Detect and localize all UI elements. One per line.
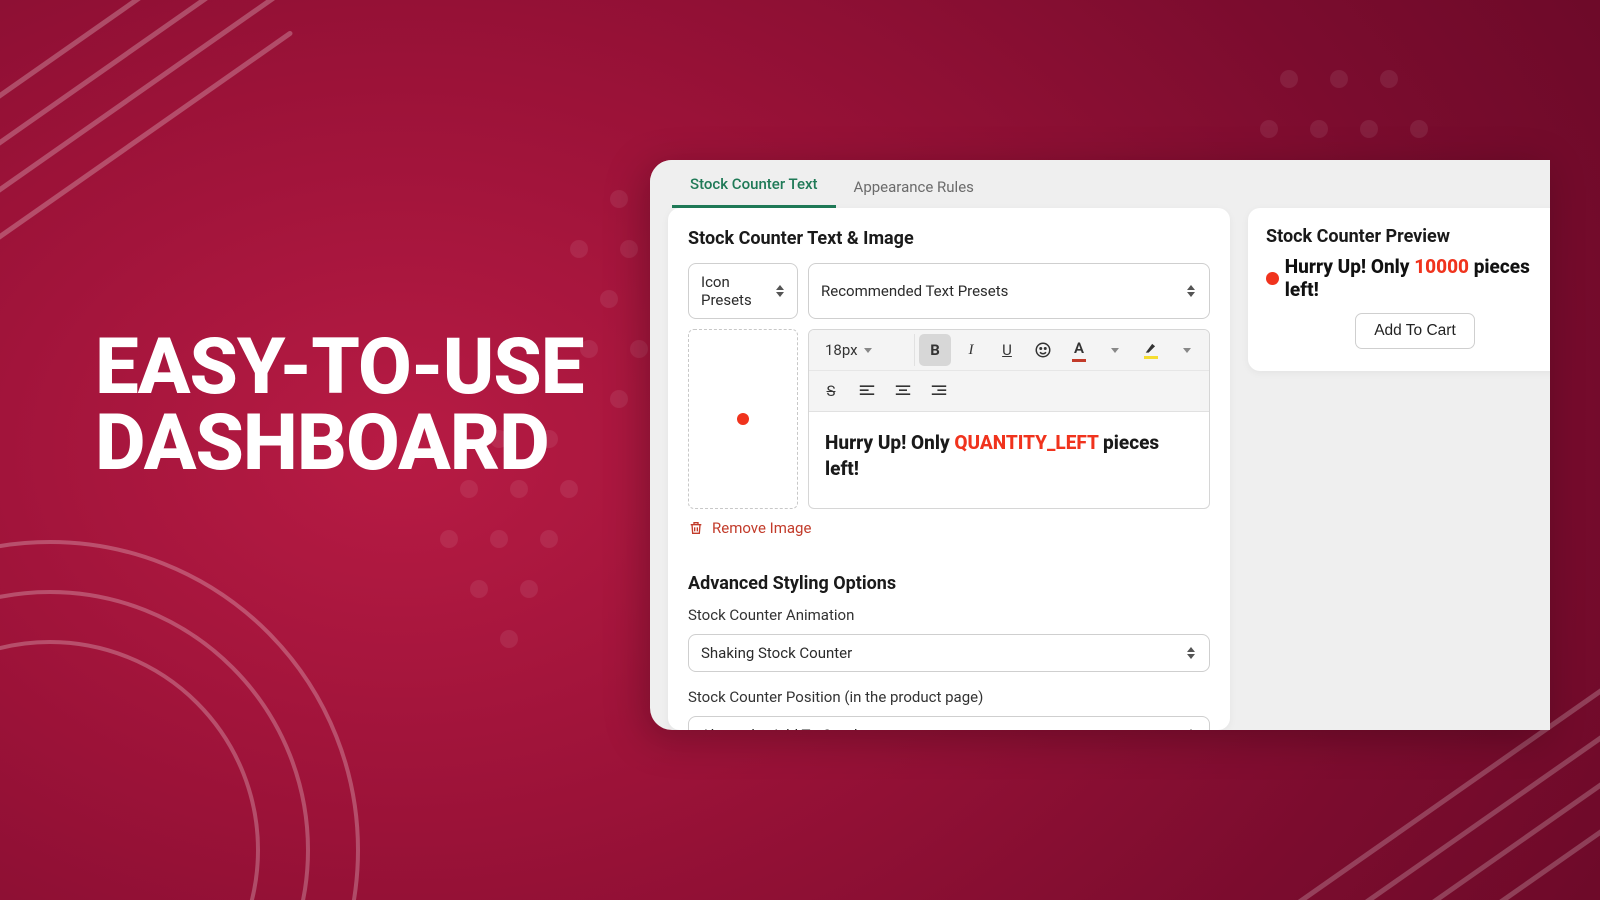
animation-value: Shaking Stock Counter [701, 644, 852, 662]
add-to-cart-button[interactable]: Add To Cart [1355, 313, 1475, 349]
bold-button[interactable]: B [919, 334, 951, 366]
remove-image-label: Remove Image [712, 519, 811, 537]
chevron-down-icon [864, 348, 872, 353]
preview-card: Stock Counter Preview Hurry Up! Only 100… [1248, 208, 1550, 371]
preview-title: Stock Counter Preview [1266, 226, 1550, 247]
font-size-select[interactable]: 18px [815, 334, 915, 366]
sort-icon [1185, 285, 1197, 297]
editor-variable-token: QUANTITY_LEFT [954, 431, 1098, 454]
editor-toolbar: 18px B I U [809, 330, 1209, 412]
sort-icon [774, 285, 785, 297]
icon-presets-select[interactable]: Icon Presets [688, 263, 798, 319]
advanced-title: Advanced Styling Options [668, 555, 1230, 600]
font-size-label: 18px [825, 341, 858, 359]
preview-prefix: Hurry Up! Only [1285, 255, 1414, 278]
sort-icon [1185, 729, 1197, 730]
settings-card: Stock Counter Text & Image Icon Presets … [668, 208, 1230, 730]
highlight-color-button[interactable] [1135, 334, 1167, 366]
editor-text-prefix: Hurry Up! Only [825, 431, 954, 454]
icon-preview-box[interactable] [688, 329, 798, 509]
position-value: Above the Add To Cart button [701, 726, 897, 730]
emoji-button[interactable] [1027, 334, 1059, 366]
text-presets-label: Recommended Text Presets [821, 282, 1008, 300]
preview-quantity: 10000 [1414, 255, 1469, 278]
red-dot-icon [737, 413, 749, 425]
align-center-button[interactable] [887, 375, 919, 407]
align-right-button[interactable] [923, 375, 955, 407]
sort-icon [1185, 647, 1197, 659]
tabs: Stock Counter Text Appearance Rules [650, 160, 1550, 208]
preview-line: Hurry Up! Only 10000 pieces left! [1266, 255, 1550, 301]
editor-content[interactable]: Hurry Up! Only QUANTITY_LEFT pieces left… [809, 412, 1209, 505]
text-color-button[interactable]: A [1063, 334, 1095, 366]
text-presets-select[interactable]: Recommended Text Presets [808, 263, 1210, 319]
chevron-down-icon [1111, 348, 1119, 353]
highlight-color-dropdown[interactable] [1171, 334, 1203, 366]
dashboard-panel: Stock Counter Text Appearance Rules Stoc… [650, 160, 1550, 730]
position-label: Stock Counter Position (in the product p… [668, 682, 1230, 712]
tab-appearance-rules[interactable]: Appearance Rules [836, 164, 992, 208]
tab-stock-counter-text[interactable]: Stock Counter Text [672, 161, 836, 208]
italic-button[interactable]: I [955, 334, 987, 366]
strikethrough-button[interactable]: S [815, 375, 847, 407]
rich-text-editor: 18px B I U [808, 329, 1210, 509]
animation-label: Stock Counter Animation [668, 600, 1230, 630]
decorative-lines-top-left [0, 0, 320, 240]
section-title: Stock Counter Text & Image [668, 208, 1230, 263]
decorative-arcs-bottom-left [0, 540, 360, 900]
align-left-button[interactable] [851, 375, 883, 407]
marketing-headline: EASY-TO-USE DASHBOARD [95, 330, 584, 483]
headline-line2: DASHBOARD [95, 406, 584, 482]
trash-icon [688, 520, 704, 536]
headline-line1: EASY-TO-USE [95, 330, 584, 406]
remove-image-button[interactable]: Remove Image [668, 517, 1230, 555]
text-color-dropdown[interactable] [1099, 334, 1131, 366]
underline-button[interactable]: U [991, 334, 1023, 366]
animation-select[interactable]: Shaking Stock Counter [688, 634, 1210, 672]
red-dot-icon [1266, 272, 1279, 285]
position-select[interactable]: Above the Add To Cart button [688, 716, 1210, 730]
chevron-down-icon [1183, 348, 1191, 353]
icon-presets-label: Icon Presets [701, 273, 774, 309]
